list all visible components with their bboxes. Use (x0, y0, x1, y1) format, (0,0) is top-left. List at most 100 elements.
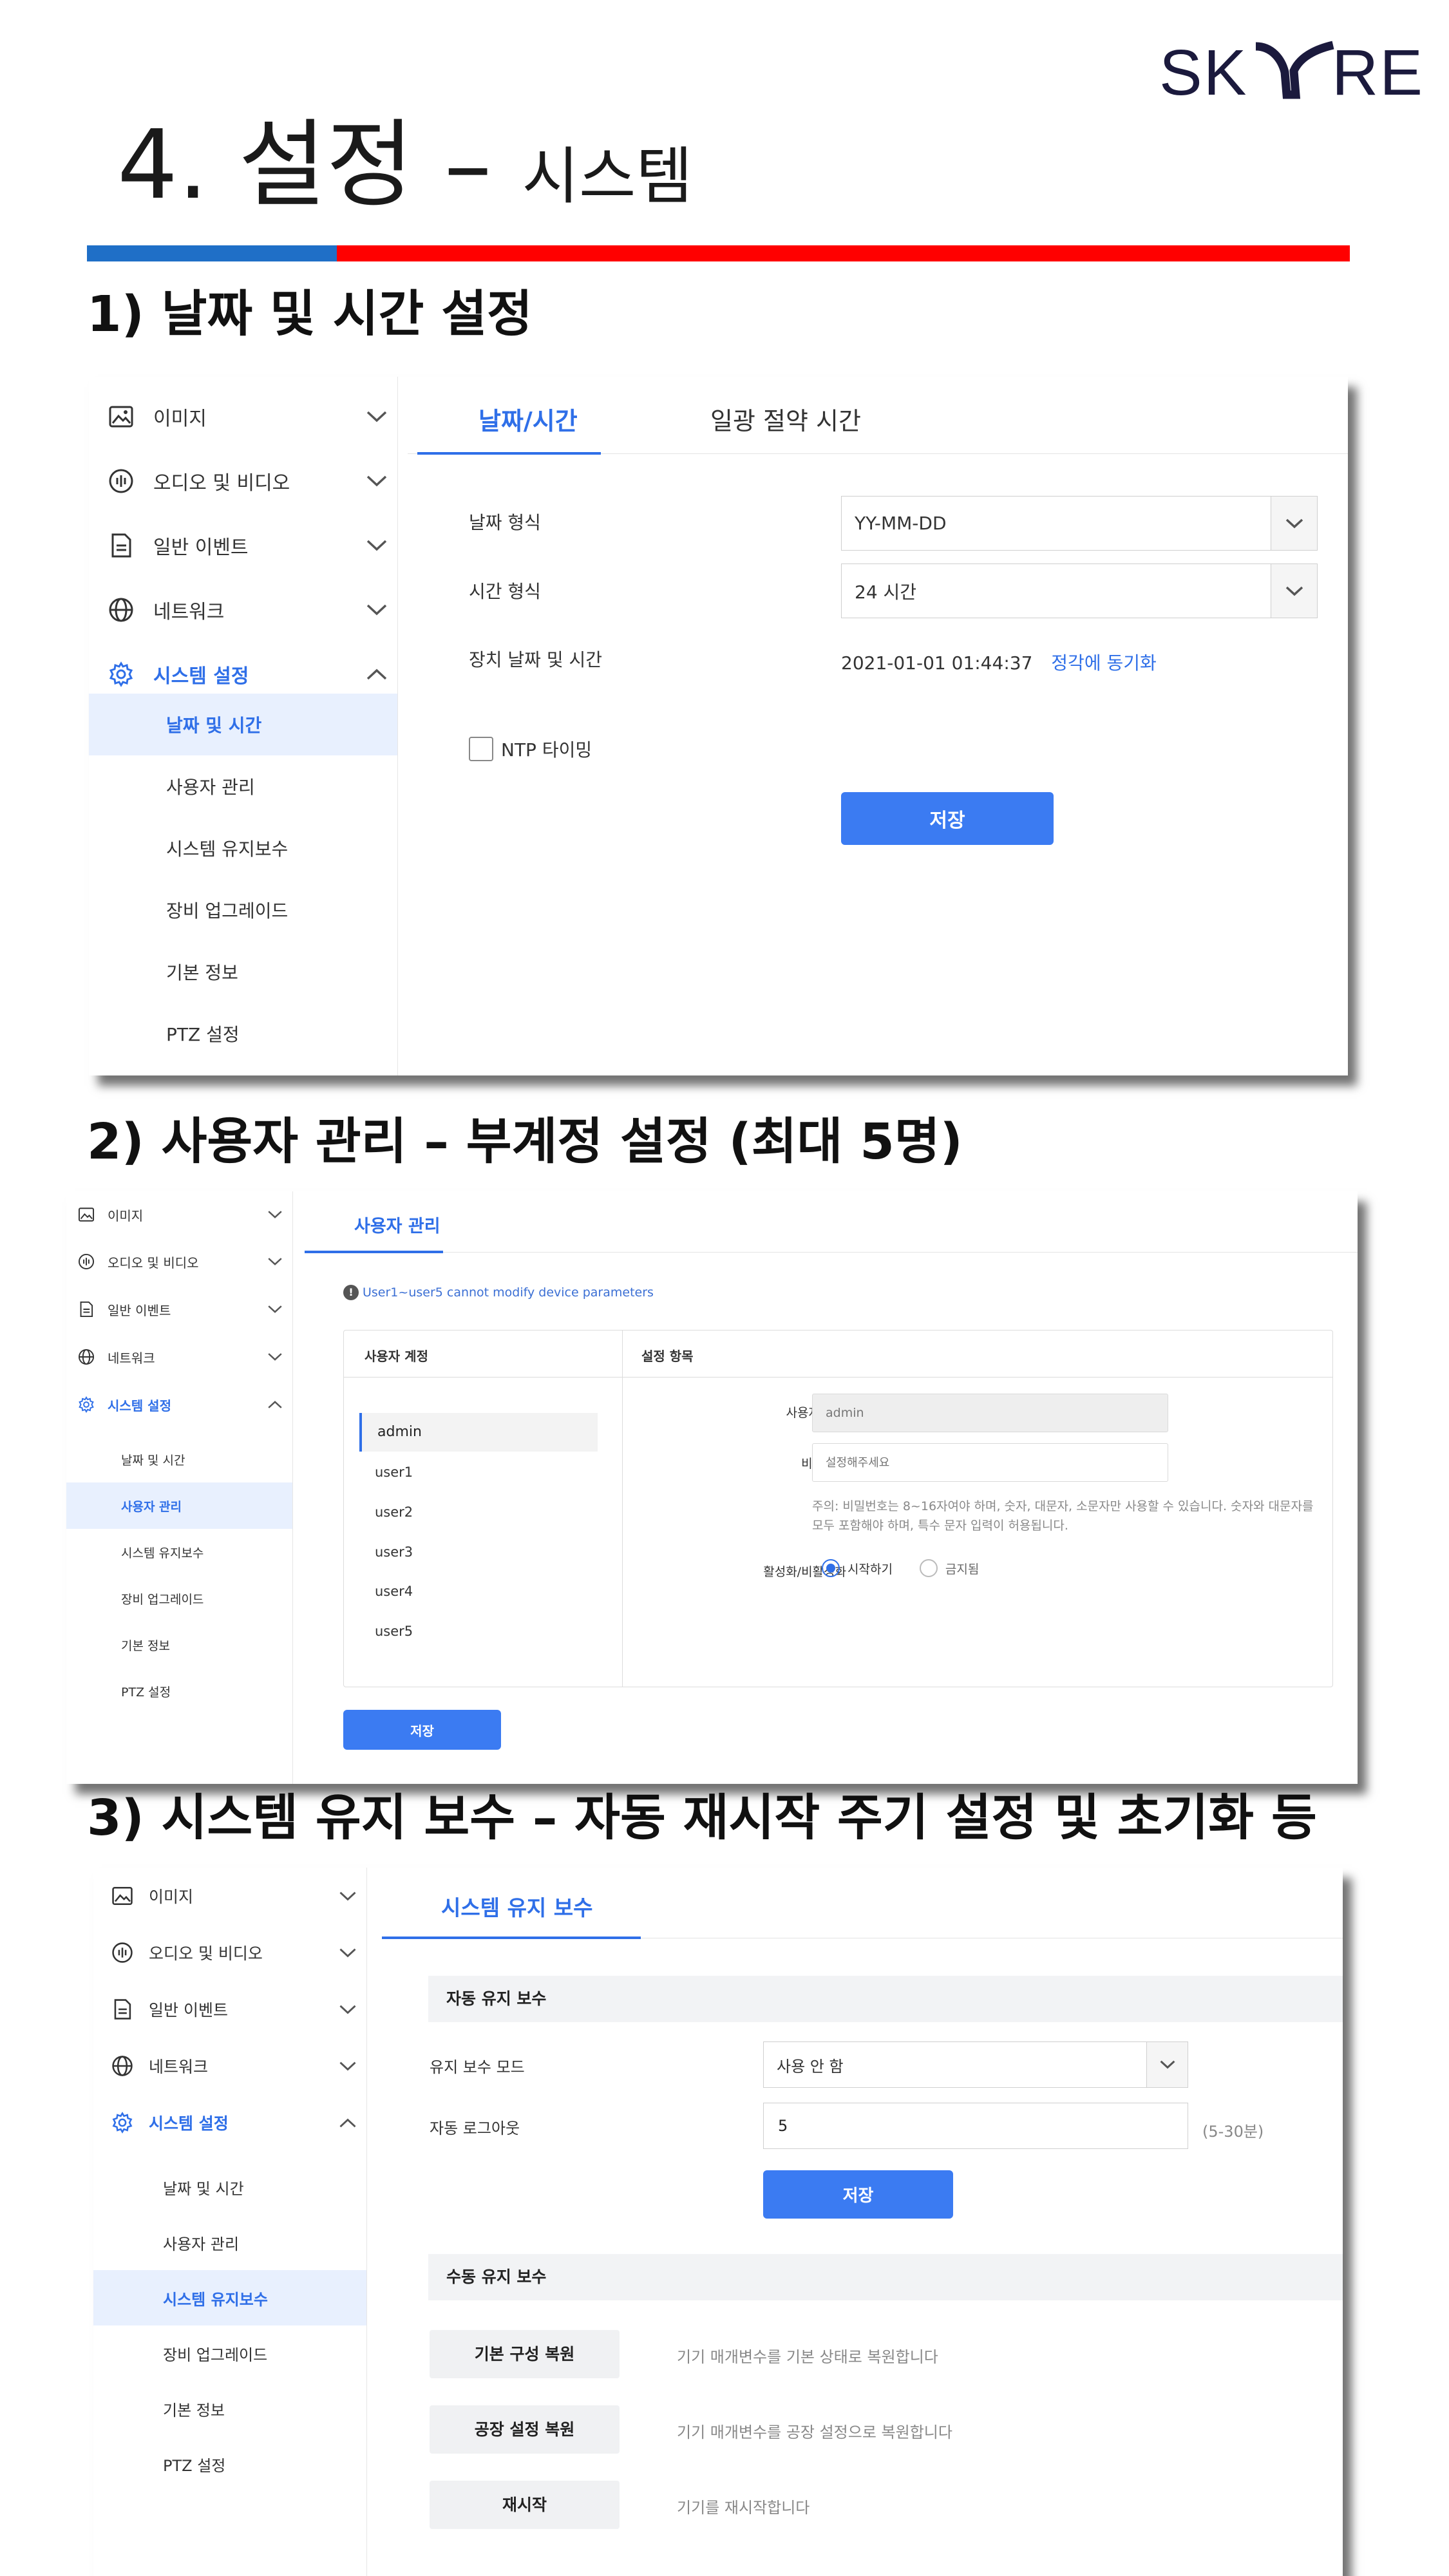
tab-underline (417, 452, 601, 455)
sidebar-item-audio-video[interactable]: 오디오 및 비디오 (89, 449, 397, 513)
list-item[interactable]: user1 (375, 1464, 413, 1480)
factory-reset-button[interactable]: 공장 설정 복원 (430, 2405, 620, 2454)
tab-system-maintenance[interactable]: 시스템 유지 보수 (441, 1891, 593, 1922)
factory-reset-desc: 기기 매개변수를 공장 설정으로 복원합니다 (677, 2423, 952, 2441)
sidebar-subitem-info[interactable]: 기본 정보 (66, 1622, 292, 1668)
notice-row: ! User1~user5 cannot modify device param… (343, 1285, 654, 1300)
sidebar-item-label: 시스템 설정 (149, 2114, 229, 2133)
sidebar-subitem-datetime[interactable]: 날짜 및 시간 (89, 694, 397, 755)
manual-maintenance-title: 수동 유지 보수 (446, 2268, 547, 2286)
radio-enable[interactable] (822, 1559, 840, 1577)
sidebar-item-audio-video[interactable]: 오디오 및 비디오 (66, 1238, 292, 1285)
col-settings-header: 설정 항목 (641, 1349, 694, 1364)
tab-datetime[interactable]: 날짜/시간 (478, 401, 578, 437)
time-format-select[interactable]: 24 시간 (841, 564, 1318, 618)
sidebar-item-label: 시스템 설정 (153, 665, 249, 688)
tab-user-management[interactable]: 사용자 관리 (354, 1212, 440, 1237)
sidebar-item-image[interactable]: 이미지 (66, 1191, 292, 1238)
list-item[interactable]: user5 (375, 1624, 413, 1639)
audio-video-icon (112, 1942, 133, 1963)
device-datetime-label: 장치 날짜 및 시간 (469, 649, 603, 670)
sidebar-item-image[interactable]: 이미지 (89, 384, 397, 449)
datetime-panel: 이미지 오디오 및 비디오 일반 이벤트 네트워크 시스템 설정 날짜 및 시간… (89, 377, 1348, 1075)
sidebar-subitem-ptz[interactable]: PTZ 설정 (66, 1668, 292, 1714)
password-field[interactable] (812, 1443, 1168, 1482)
password-hint: 주의: 비밀번호는 8~16자여야 하며, 숫자, 대문자, 소문자만 사용할 … (812, 1499, 1314, 1533)
mode-select[interactable]: 사용 안 함 (763, 2041, 1188, 2088)
save-button[interactable]: 저장 (763, 2170, 953, 2219)
date-format-select[interactable]: YY-MM-DD (841, 496, 1318, 551)
sidebar-item-network[interactable]: 네트워크 (66, 1333, 292, 1381)
sidebar-subitem-upgrade[interactable]: 장비 업그레이드 (93, 2325, 366, 2381)
gear-icon (109, 661, 133, 687)
sidebar-item-system[interactable]: 시스템 설정 (93, 2094, 366, 2151)
sidebar-subitem-upgrade[interactable]: 장비 업그레이드 (66, 1575, 292, 1622)
sidebar-item-network[interactable]: 네트워크 (93, 2038, 366, 2094)
sidebar-subitem-ptz[interactable]: PTZ 설정 (93, 2436, 366, 2492)
user-management-panel: 이미지 오디오 및 비디오 일반 이벤트 네트워크 시스템 설정 날짜 및 시간… (66, 1191, 1358, 1784)
sidebar-subitem-datetime[interactable]: 날짜 및 시간 (66, 1436, 292, 1482)
sidebar-item-events[interactable]: 일반 이벤트 (93, 1981, 366, 2038)
sidebar-subitem-info[interactable]: 기본 정보 (89, 941, 397, 1003)
sidebar-item-events[interactable]: 일반 이벤트 (66, 1285, 292, 1333)
svg-text:REX: REX (1332, 37, 1423, 104)
list-item[interactable]: admin (359, 1413, 598, 1452)
sidebar-item-audio-video[interactable]: 오디오 및 비디오 (93, 1924, 366, 1981)
restore-default-button[interactable]: 기본 구성 복원 (430, 2330, 620, 2378)
radio-disable[interactable] (919, 1559, 938, 1577)
list-item[interactable]: user3 (375, 1544, 413, 1560)
skyrex-logo: SK REX (1159, 37, 1423, 104)
chevron-down-icon (366, 540, 387, 551)
info-icon: ! (343, 1285, 359, 1300)
list-item[interactable]: user4 (375, 1584, 413, 1599)
document-icon (80, 1301, 93, 1318)
list-item[interactable]: user2 (375, 1504, 413, 1520)
sidebar-subitem-users[interactable]: 사용자 관리 (93, 2215, 366, 2270)
audio-video-icon (109, 469, 133, 493)
sidebar-subitem-ptz[interactable]: PTZ 설정 (89, 1003, 397, 1065)
dropdown-arrow (1271, 564, 1317, 618)
sidebar-item-network[interactable]: 네트워크 (89, 578, 397, 642)
dropdown-arrow (1271, 497, 1317, 550)
tab-bar (305, 1191, 1358, 1253)
sidebar-subitem-upgrade[interactable]: 장비 업그레이드 (89, 879, 397, 941)
chevron-down-icon (339, 2061, 356, 2070)
username-field: admin (812, 1394, 1168, 1432)
date-format-label: 날짜 형식 (469, 512, 541, 533)
sidebar-item-events[interactable]: 일반 이벤트 (89, 513, 397, 578)
tab-daylight-saving[interactable]: 일광 절약 시간 (710, 401, 861, 437)
sidebar-item-image[interactable]: 이미지 (93, 1868, 366, 1924)
sidebar-subitem-users[interactable]: 사용자 관리 (89, 755, 397, 817)
sync-link[interactable]: 정각에 동기화 (1051, 652, 1156, 674)
sidebar-subitem-datetime[interactable]: 날짜 및 시간 (93, 2159, 366, 2215)
tab-underline (305, 1251, 443, 1253)
sidebar-subitem-maintenance[interactable]: 시스템 유지보수 (89, 817, 397, 879)
sidebar-subitem-maintenance[interactable]: 시스템 유지보수 (93, 2270, 366, 2325)
ntp-checkbox[interactable] (469, 737, 493, 761)
save-button[interactable]: 저장 (841, 792, 1054, 845)
ntp-label: NTP 타이밍 (501, 739, 592, 761)
image-icon (78, 1208, 95, 1222)
maintenance-panel: 이미지 오디오 및 비디오 일반 이벤트 네트워크 시스템 설정 날짜 및 시간… (93, 1868, 1343, 2576)
tab-underline (382, 1937, 641, 1939)
restart-button[interactable]: 재시작 (430, 2481, 620, 2529)
globe-icon (112, 2056, 133, 2076)
table-header (344, 1331, 1332, 1378)
chevron-down-icon (339, 1948, 356, 1957)
sidebar-item-system[interactable]: 시스템 설정 (66, 1381, 292, 1428)
chevron-up-icon (366, 668, 387, 680)
chevron-down-icon (339, 1891, 356, 1900)
sidebar-item-label: 이미지 (153, 408, 207, 430)
chevron-down-icon (268, 1353, 282, 1361)
chevron-down-icon (1285, 586, 1303, 596)
sidebar-item-label: 네트워크 (108, 1350, 155, 1366)
sidebar-subitem-users[interactable]: 사용자 관리 (66, 1482, 292, 1529)
ntp-checkbox-row[interactable]: NTP 타이밍 (469, 736, 592, 762)
logout-input[interactable]: 5 (763, 2103, 1188, 2149)
save-button[interactable]: 저장 (343, 1710, 501, 1750)
image-icon (109, 406, 133, 428)
chevron-down-icon (268, 1258, 282, 1265)
sidebar-item-label: 일반 이벤트 (153, 536, 249, 559)
sidebar-subitem-info[interactable]: 기본 정보 (93, 2381, 366, 2436)
sidebar-subitem-maintenance[interactable]: 시스템 유지보수 (66, 1529, 292, 1575)
